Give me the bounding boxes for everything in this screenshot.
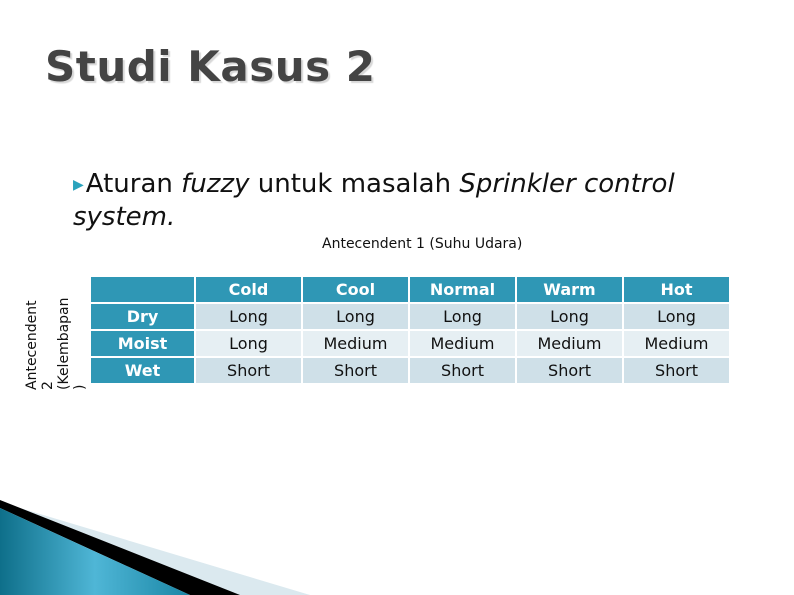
table-header-cell: Cool — [301, 275, 410, 304]
table-row: Moist Long Medium Medium Medium Medium — [89, 329, 731, 358]
bullet-text: ▶Aturan fuzzy untuk masalah Sprinkler co… — [73, 168, 773, 233]
row-label: Moist — [89, 329, 196, 358]
antecedent-2-line: (Kelembapan — [56, 297, 72, 390]
bullet-text-part: Aturan — [85, 169, 182, 199]
bullet-arrow-icon: ▶ — [73, 176, 84, 193]
table-header-cell — [89, 275, 196, 304]
table-cell: Medium — [301, 329, 410, 358]
table-cell: Short — [301, 356, 410, 385]
antecedent-2-line: ) — [72, 384, 88, 390]
table-cell: Short — [622, 356, 731, 385]
table-cell: Short — [515, 356, 624, 385]
antecedent-1-label: Antecendent 1 (Suhu Udara) — [322, 236, 523, 252]
antecedent-2-line: Antecendent — [24, 300, 40, 390]
table-header-cell: Warm — [515, 275, 624, 304]
table-header-cell: Normal — [408, 275, 517, 304]
table-cell: Medium — [408, 329, 517, 358]
table-cell: Long — [622, 302, 731, 331]
table-header-cell: Hot — [622, 275, 731, 304]
antecedent-2-label: Antecendent 2 (Kelembapan ) — [22, 278, 90, 390]
table-cell: Long — [301, 302, 410, 331]
table-cell: Long — [515, 302, 624, 331]
antecedent-2-line: 2 — [40, 381, 56, 390]
table-row: Dry Long Long Long Long Long — [89, 302, 731, 331]
table-cell: Short — [408, 356, 517, 385]
bullet-text-part: untuk masalah — [249, 169, 460, 199]
decorative-swoosh — [0, 500, 310, 595]
bullet-text-italic: fuzzy — [181, 169, 250, 199]
table-cell: Short — [194, 356, 303, 385]
table-cell: Long — [194, 329, 303, 358]
table-cell: Long — [408, 302, 517, 331]
table-row: Wet Short Short Short Short Short — [89, 356, 731, 385]
table-header-cell: Cold — [194, 275, 303, 304]
row-label: Wet — [89, 356, 196, 385]
slide-title: Studi Kasus 2 — [45, 42, 376, 91]
table-cell: Long — [194, 302, 303, 331]
table-header-row: Cold Cool Normal Warm Hot — [89, 275, 731, 304]
row-label: Dry — [89, 302, 196, 331]
table-cell: Medium — [515, 329, 624, 358]
table-cell: Medium — [622, 329, 731, 358]
fuzzy-rule-table: Cold Cool Normal Warm Hot Dry Long Long … — [89, 275, 731, 385]
